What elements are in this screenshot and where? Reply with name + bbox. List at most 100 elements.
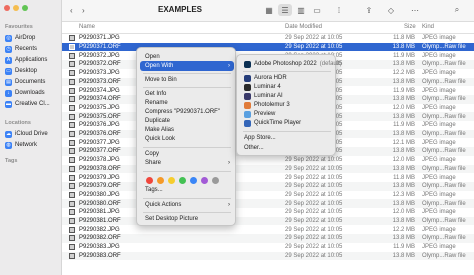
- applications-icon: A: [5, 56, 12, 64]
- file-name: P9290375.ORF: [79, 113, 121, 120]
- file-size: 13.8 MB: [392, 165, 415, 172]
- tag-purple[interactable]: [201, 177, 208, 184]
- search-icon[interactable]: ⌕: [450, 4, 464, 16]
- context-menu: Open Open With › Move to Bin Get Info Ren…: [136, 47, 236, 226]
- file-kind: JPEG image: [422, 174, 456, 181]
- file-kind: Olymp...Raw file: [422, 200, 466, 207]
- file-name: P9290376.JPG: [79, 122, 120, 129]
- menu-quick-actions[interactable]: Quick Actions ›: [140, 200, 234, 210]
- file-size: 11.9 MB: [393, 52, 415, 59]
- column-kind[interactable]: Kind: [422, 24, 434, 30]
- file-kind: Olymp...Raw file: [422, 218, 466, 225]
- group-icon[interactable]: ⁞: [332, 4, 346, 16]
- menu-other[interactable]: Other...: [240, 143, 334, 153]
- zoom-window-button[interactable]: [22, 5, 28, 11]
- file-size: 13.8 MB: [392, 131, 415, 138]
- forward-icon[interactable]: ›: [82, 6, 85, 15]
- table-row[interactable]: P9290383.JPG 29 Sep 2022 at 10:05 11.9 MB J…: [62, 243, 474, 252]
- table-row[interactable]: P9290380.ORF 29 Sep 2022 at 10:05 13.8 MB O…: [62, 199, 474, 208]
- file-kind: Olymp...Raw file: [422, 148, 466, 155]
- image-file-icon: [69, 44, 75, 51]
- image-file-icon: [69, 183, 75, 190]
- menu-tags[interactable]: Tags...: [140, 185, 234, 195]
- file-name: P9290372.JPG: [79, 52, 120, 59]
- tag-orange[interactable]: [157, 177, 164, 184]
- file-size: 12.3 MB: [392, 191, 415, 198]
- table-row[interactable]: P9290381.JPG 29 Sep 2022 at 10:05 12.0 MB J…: [62, 208, 474, 217]
- menu-divider: [143, 87, 231, 88]
- file-size: 13.8 MB: [392, 183, 415, 190]
- menu-set-desktop-picture[interactable]: Set Desktop Picture: [140, 214, 234, 224]
- table-row[interactable]: P9290371.JPG 29 Sep 2022 at 10:05 11.8 MB J…: [62, 34, 474, 43]
- file-size: 13.8 MB: [392, 61, 415, 68]
- app-quicktime[interactable]: QuickTime Player: [240, 118, 334, 128]
- sidebar-item-recents[interactable]: ◷ Recents: [3, 44, 59, 54]
- chevron-right-icon: ›: [228, 63, 230, 69]
- image-file-icon: [69, 252, 75, 259]
- menu-move-to-bin[interactable]: Move to Bin: [140, 75, 234, 85]
- app-photoshop[interactable]: Adobe Photoshop 2022 (default): [240, 59, 342, 69]
- file-size: 12.0 MB: [392, 157, 415, 164]
- gallery-view-icon[interactable]: ▭: [310, 4, 324, 16]
- menu-quick-look[interactable]: Quick Look: [140, 134, 234, 144]
- file-size: 11.9 MB: [393, 87, 415, 94]
- sidebar-item-desktop[interactable]: ▭ Desktop: [3, 66, 59, 76]
- chevron-right-icon: ›: [228, 202, 230, 208]
- tag-blue[interactable]: [190, 177, 197, 184]
- file-size: 13.8 MB: [392, 78, 415, 85]
- menu-open-with[interactable]: Open With ›: [140, 61, 234, 71]
- table-row[interactable]: P9290382.JPG 29 Sep 2022 at 10:05 12.2 MB J…: [62, 225, 474, 234]
- column-name[interactable]: Name: [79, 24, 95, 30]
- sidebar-item-downloads[interactable]: ↓ Downloads: [3, 88, 59, 98]
- menu-app-store[interactable]: App Store...: [240, 133, 334, 143]
- minimize-window-button[interactable]: [13, 5, 19, 11]
- file-date: 29 Sep 2022 at 10:05: [285, 235, 343, 242]
- share-icon[interactable]: ⇪: [362, 4, 376, 16]
- table-row[interactable]: P9290379.JPG 29 Sep 2022 at 10:05 11.8 MB J…: [62, 173, 474, 182]
- file-name: P9290383.JPG: [79, 244, 120, 251]
- list-view-icon[interactable]: ☰: [278, 4, 292, 16]
- tag-icon[interactable]: ◇: [384, 4, 398, 16]
- sidebar-item-documents[interactable]: ▤ Documents: [3, 77, 59, 87]
- column-view-icon[interactable]: ▥: [294, 4, 308, 16]
- back-icon[interactable]: ‹: [70, 6, 73, 15]
- sidebar-item-airdrop[interactable]: ◎ AirDrop: [3, 33, 59, 43]
- more-icon[interactable]: ⋯: [408, 4, 422, 16]
- file-kind: JPEG image: [422, 122, 456, 129]
- tag-green[interactable]: [179, 177, 186, 184]
- menu-share[interactable]: Share ›: [140, 158, 234, 168]
- window-controls: [4, 5, 28, 11]
- close-window-button[interactable]: [4, 5, 10, 11]
- icon-view-icon[interactable]: ▦: [262, 4, 276, 16]
- clock-icon: ◷: [5, 45, 12, 53]
- chevron-right-icon: ›: [228, 160, 230, 166]
- tag-yellow[interactable]: [168, 177, 175, 184]
- sidebar-item-icloud-drive[interactable]: ☁ iCloud Drive: [3, 129, 59, 139]
- file-name: P9290377.ORF: [79, 148, 121, 155]
- file-kind: JPEG image: [422, 52, 456, 59]
- image-file-icon: [69, 174, 75, 181]
- table-row[interactable]: P9290371.ORF 29 Sep 2022 at 10:05 13.8 MB O…: [62, 42, 474, 52]
- sidebar-item-creative-cloud[interactable]: ▬ Creative Cl...: [3, 99, 59, 109]
- table-row[interactable]: P9290380.JPG 29 Sep 2022 at 10:05 12.3 MB J…: [62, 191, 474, 200]
- table-row[interactable]: P9290378.ORF 29 Sep 2022 at 10:05 13.8 MB O…: [62, 164, 474, 174]
- table-row[interactable]: P9290379.ORF 29 Sep 2022 at 10:05 13.8 MB O…: [62, 181, 474, 191]
- tag-grey[interactable]: [212, 177, 219, 184]
- file-kind: Olymp...Raw file: [422, 235, 466, 242]
- table-row[interactable]: P9290381.ORF 29 Sep 2022 at 10:05 13.8 MB O…: [62, 216, 474, 226]
- image-file-icon: [69, 157, 75, 164]
- image-file-icon: [69, 87, 75, 94]
- image-file-icon: [69, 78, 75, 85]
- file-size: 13.8 MB: [392, 148, 415, 155]
- file-date: 29 Sep 2022 at 10:05: [285, 165, 343, 172]
- sidebar-item-applications[interactable]: A Applications: [3, 55, 59, 65]
- tag-red[interactable]: [146, 177, 153, 184]
- table-row[interactable]: P9290382.ORF 29 Sep 2022 at 10:05 13.8 MB O…: [62, 234, 474, 243]
- sidebar-item-network[interactable]: ◍ Network: [3, 140, 59, 150]
- column-size[interactable]: Size: [404, 24, 416, 30]
- file-name: P9290373.ORF: [79, 78, 121, 85]
- file-name: P9290374.ORF: [79, 96, 121, 103]
- column-date[interactable]: Date Modified: [285, 24, 322, 30]
- table-row[interactable]: P9290383.ORF 29 Sep 2022 at 10:05 13.8 MB O…: [62, 251, 474, 261]
- table-row[interactable]: P9290378.JPG 29 Sep 2022 at 10:05 12.0 MB J…: [62, 156, 474, 165]
